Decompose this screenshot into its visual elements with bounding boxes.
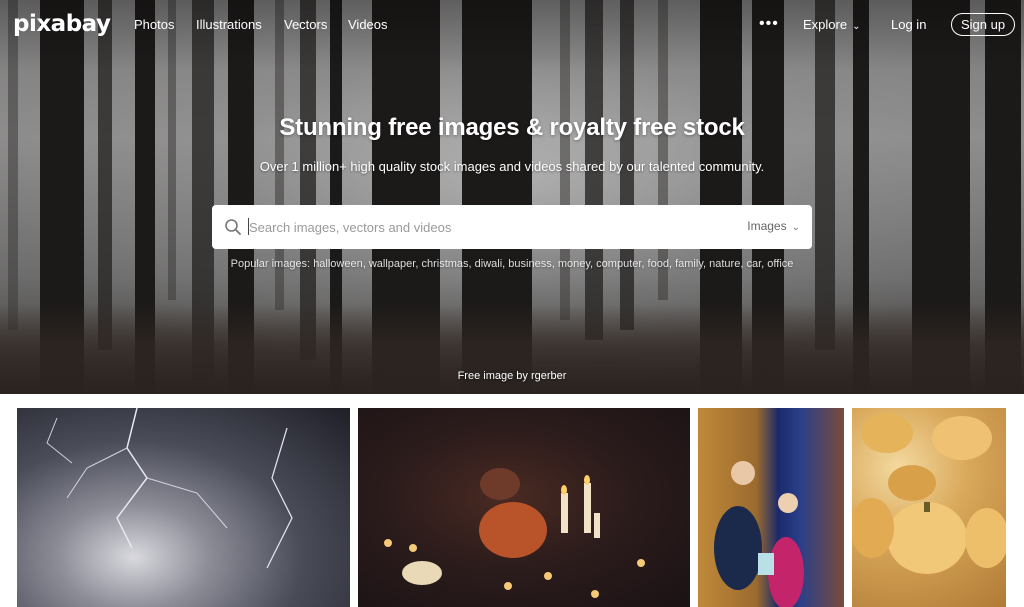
tag-computer[interactable]: computer — [596, 258, 641, 270]
pumpkin-candles-scene — [384, 468, 645, 598]
tag-car[interactable]: car — [746, 258, 761, 270]
nav-link-vectors[interactable]: Vectors — [284, 17, 327, 32]
tag-halloween[interactable]: halloween — [313, 258, 363, 270]
image-gallery — [0, 394, 1024, 607]
gourd-pile — [852, 413, 1006, 574]
explore-label: Explore — [803, 17, 848, 32]
search-input[interactable] — [249, 216, 729, 238]
chevron-down-icon: ⌄ — [791, 222, 800, 233]
tag-office[interactable]: office — [767, 258, 793, 270]
tag-money[interactable]: money — [558, 258, 590, 270]
chevron-down-icon: ⌄ — [852, 21, 861, 32]
hero-subhead: Over 1 million+ high quality stock image… — [259, 159, 765, 174]
search-bar: Images ⌄ — [212, 205, 812, 249]
popular-tags: Popular images: halloween, wallpaper, ch… — [230, 258, 794, 270]
explore-menu[interactable]: Explore ⌄ — [803, 17, 860, 32]
nav-link-illustrations[interactable]: Illustrations — [196, 17, 262, 32]
media-type-label: Images — [747, 219, 787, 233]
more-dots-icon[interactable]: ••• — [759, 15, 779, 33]
text-cursor — [248, 218, 249, 235]
nav-link-videos[interactable]: Videos — [348, 17, 388, 32]
search-icon[interactable] — [224, 218, 242, 236]
tag-family[interactable]: family — [675, 258, 703, 270]
login-link[interactable]: Log in — [891, 17, 926, 32]
gallery-image-lightning-storm[interactable] — [17, 408, 350, 607]
gallery-image-gourds[interactable] — [852, 408, 1006, 607]
nav-link-photos[interactable]: Photos — [134, 17, 174, 32]
tag-wallpaper[interactable]: wallpaper — [369, 258, 415, 270]
hero-banner — [0, 0, 1024, 394]
lightning-bolts — [46, 408, 293, 569]
pixabay-logo[interactable]: pixabay — [13, 11, 111, 37]
children-costumes — [714, 461, 804, 607]
signup-button[interactable]: Sign up — [951, 13, 1015, 36]
popular-label: Popular images: — [230, 258, 311, 270]
tag-diwali[interactable]: diwali — [475, 258, 503, 270]
image-credit[interactable]: Free image by rgerber — [0, 370, 1024, 382]
tag-food[interactable]: food — [648, 258, 669, 270]
tag-business[interactable]: business — [508, 258, 551, 270]
media-type-dropdown[interactable]: Images ⌄ — [747, 219, 800, 233]
top-navbar: pixabay Photos Illustrations Vectors Vid… — [0, 0, 1024, 50]
gallery-image-halloween-pumpkin[interactable] — [358, 408, 690, 607]
tag-christmas[interactable]: christmas — [421, 258, 468, 270]
gallery-image-trick-or-treat[interactable] — [698, 408, 844, 607]
tag-nature[interactable]: nature — [709, 258, 740, 270]
hero-headline: Stunning free images & royalty free stoc… — [279, 114, 745, 141]
